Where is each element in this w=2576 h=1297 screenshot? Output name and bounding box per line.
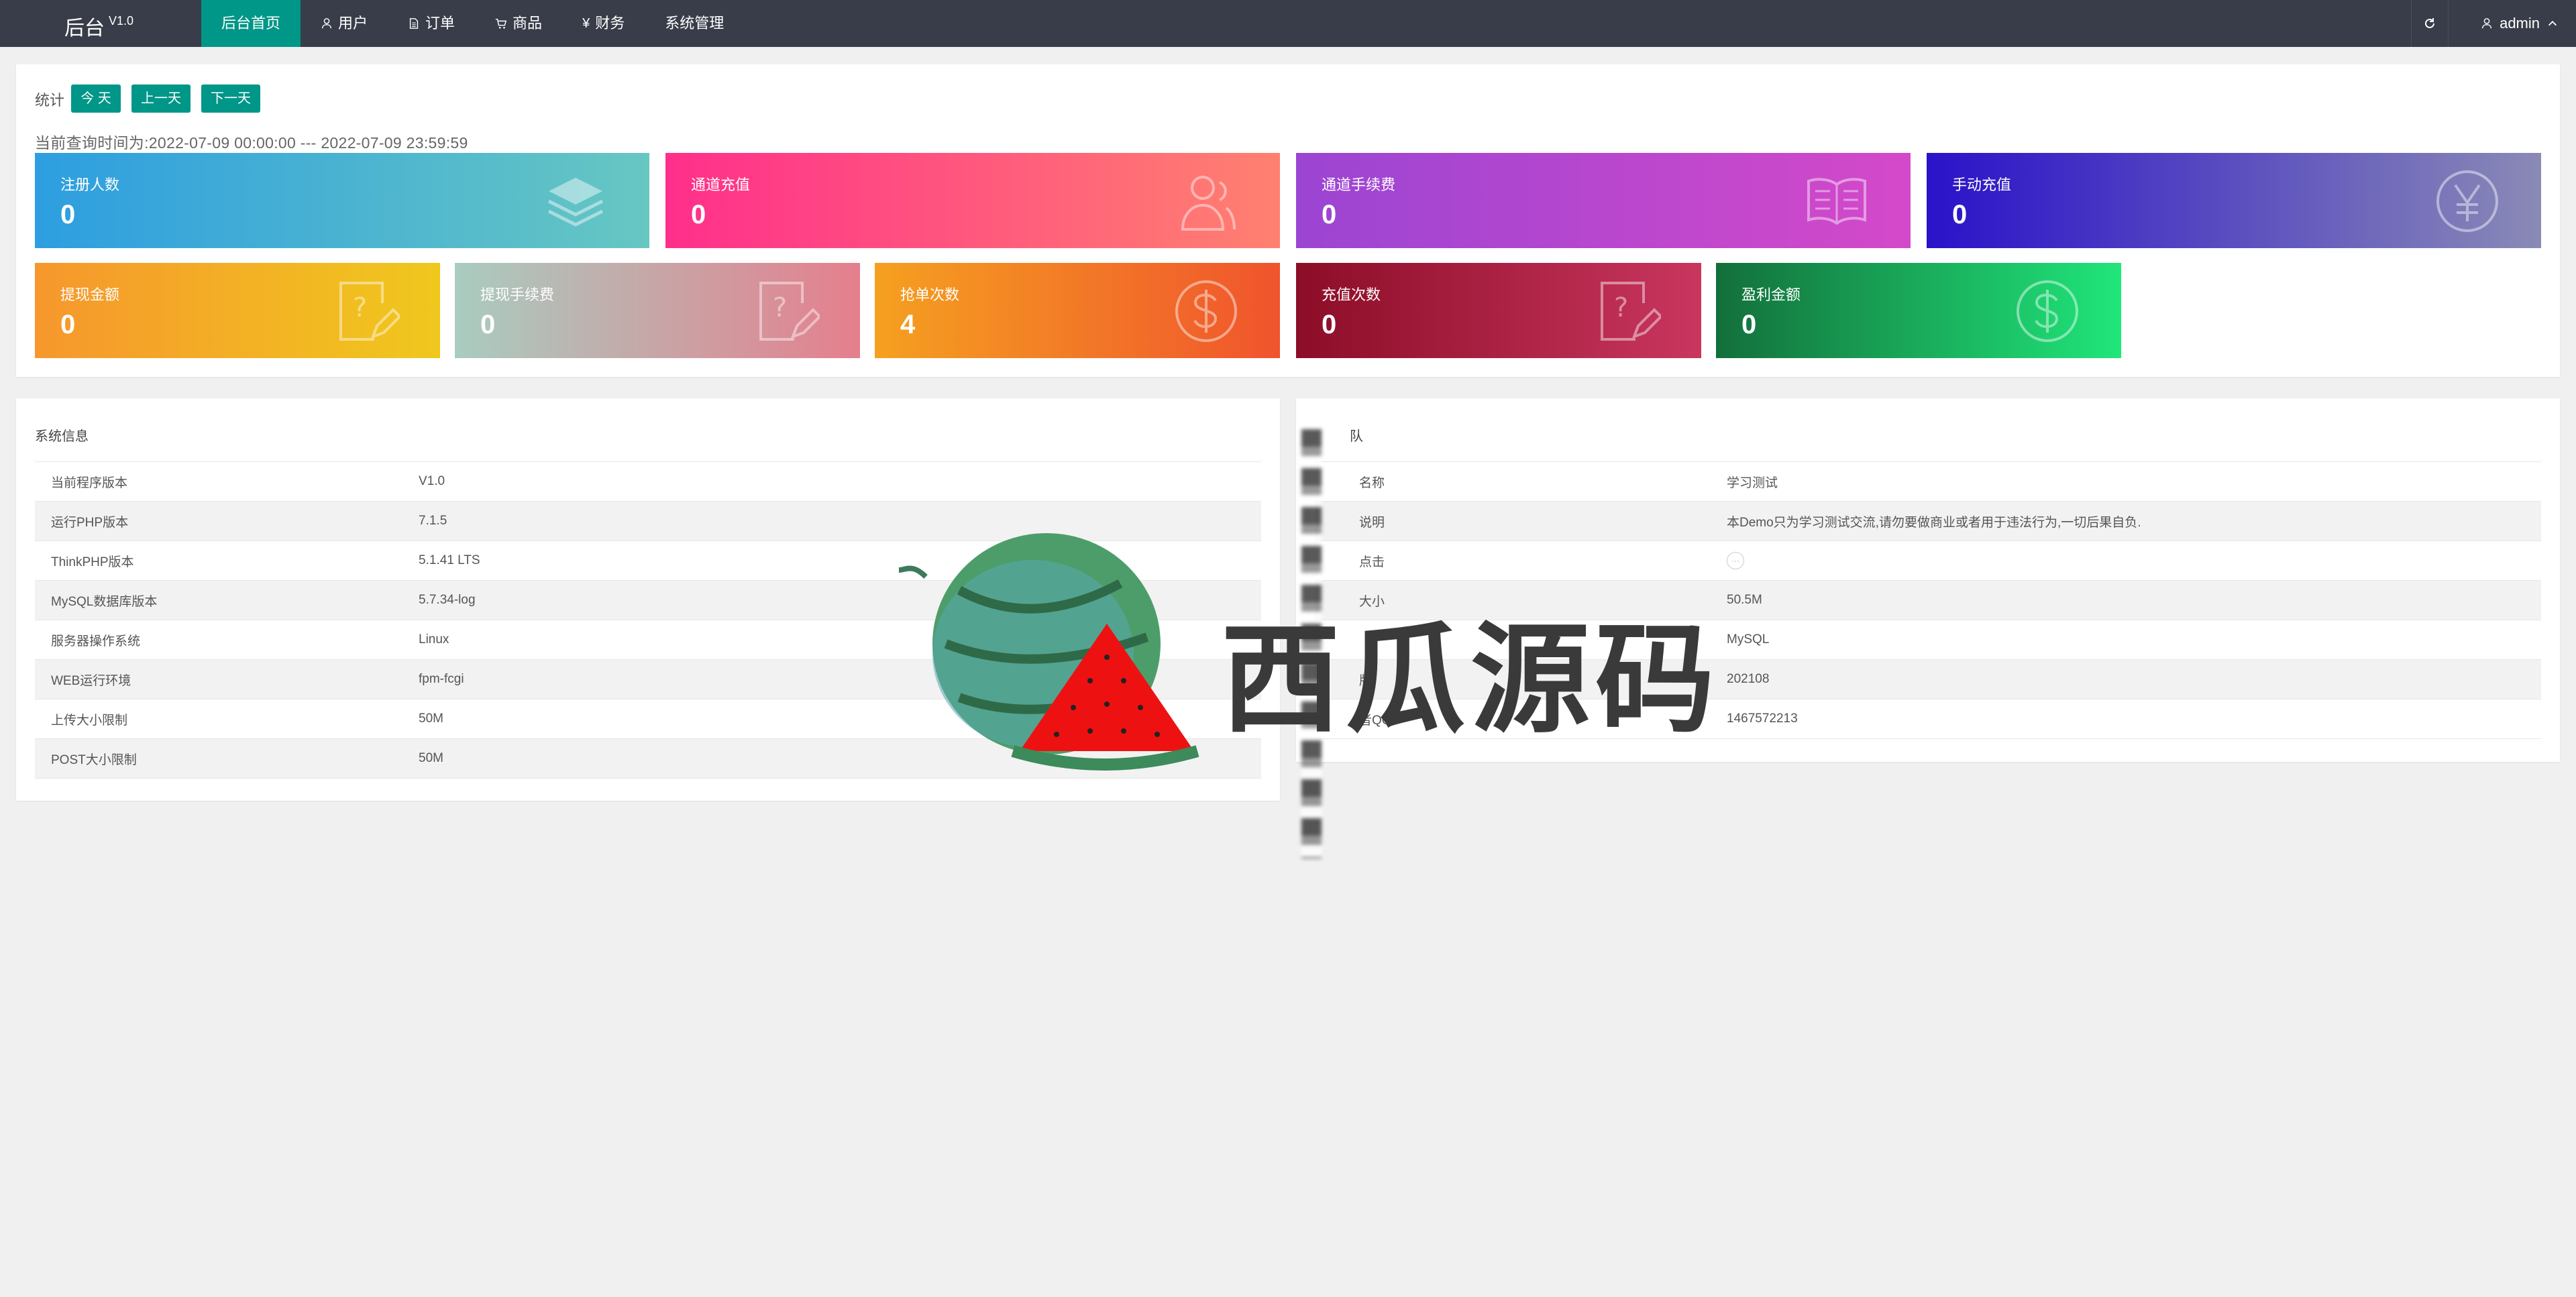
stat-tile-title: 通道手续费 xyxy=(1322,176,1396,193)
today-button[interactable]: 今 天 xyxy=(71,84,121,113)
stack-layers-icon xyxy=(547,178,604,227)
question-edit-icon: ? xyxy=(1601,282,1661,341)
yen-circle-icon xyxy=(2436,170,2498,232)
svg-text:?: ? xyxy=(353,292,367,323)
stat-tile-title: 充值次数 xyxy=(1322,286,1381,303)
table-cell-value: V1.0 xyxy=(402,461,1261,502)
table-cell-value: ··· xyxy=(1711,541,2541,581)
stat-tile-title: 提现金额 xyxy=(60,286,120,303)
stat-tile-title: 注册人数 xyxy=(60,176,120,193)
main-nav: 后台首页 用户 订单 商品 ¥ 财务 系统管理 xyxy=(201,0,744,47)
table-cell-key: WEB运行环境 xyxy=(35,659,402,699)
stat-tile-value: 0 xyxy=(1741,310,1757,339)
table-row: 名称 学习测试 xyxy=(1315,461,2541,502)
stat-tile-withdraw-amount: 提现金额 0 ? xyxy=(35,263,440,358)
table-cell-key: 当前程序版本 xyxy=(35,461,402,502)
dollar-circle-icon xyxy=(2017,280,2078,342)
stat-tile-value: 0 xyxy=(480,310,496,339)
system-info-title: 系统信息 xyxy=(35,429,89,444)
table-cell-value: 学习测试 xyxy=(1711,461,2541,502)
question-edit-icon: ? xyxy=(759,282,820,341)
stats-card: 统计 今 天 上一天 下一天 当前查询时间为:2022-07-09 00:00:… xyxy=(16,64,2560,377)
nav-item-label: 订单 xyxy=(425,15,455,32)
stat-tile-value: 0 xyxy=(60,310,76,339)
svg-text:?: ? xyxy=(1614,292,1628,323)
nav-item-label: 用户 xyxy=(338,15,368,32)
stat-tile-value: 0 xyxy=(691,200,706,229)
user-name: admin xyxy=(2500,15,2540,32)
stat-tile-value: 0 xyxy=(60,200,76,229)
app-title: 后台 xyxy=(64,17,105,40)
nav-item-system[interactable]: 系统管理 xyxy=(645,0,744,47)
stats-label: 统计 xyxy=(35,92,65,109)
table-cell-value: 本Demo只为学习测试交流,请勿要做商业或者用于违法行为,一切后果自负. xyxy=(1711,501,2541,541)
nav-item-products[interactable]: 商品 xyxy=(475,0,562,47)
refresh-button[interactable] xyxy=(2411,0,2449,47)
stat-tile-title: 手动充值 xyxy=(1952,176,2012,193)
stat-tile-value: 4 xyxy=(900,310,916,339)
stat-tile-registrations: 注册人数 0 xyxy=(35,153,649,248)
watermark-text: 西瓜源码 xyxy=(1221,613,1720,746)
query-range-text: 当前查询时间为:2022-07-09 00:00:00 --- 2022-07-… xyxy=(35,134,468,152)
top-nav-bar: 后台 V1.0 后台首页 用户 订单 商品 ¥ 财务 系统管理 admin xyxy=(0,0,2576,47)
dollar-circle-icon xyxy=(1175,280,1237,342)
cart-icon xyxy=(495,18,507,29)
table-cell-key: POST大小限制 xyxy=(35,738,402,779)
watermark-logo: 西瓜源码 xyxy=(899,510,1715,872)
stat-tile-value: 0 xyxy=(1322,200,1337,229)
svg-text:?: ? xyxy=(773,292,787,323)
stat-tile-withdraw-fee: 提现手续费 0 ? xyxy=(455,263,860,358)
table-row: 当前程序版本 V1.0 xyxy=(35,461,1261,502)
next-day-button[interactable]: 下一天 xyxy=(201,84,260,113)
table-cell-value: 50.5M xyxy=(1711,580,2541,620)
app-version: V1.0 xyxy=(109,14,134,27)
stat-tile-title: 提现手续费 xyxy=(480,286,555,303)
nav-item-finance[interactable]: ¥ 财务 xyxy=(562,0,645,47)
table-cell-key: 上传大小限制 xyxy=(35,699,402,739)
open-book-icon xyxy=(1807,178,1866,225)
stat-tile-value: 0 xyxy=(1952,200,1968,229)
question-edit-icon: ? xyxy=(339,282,400,341)
table-cell-value: MySQL xyxy=(1711,620,2541,660)
nav-item-label: 商品 xyxy=(513,15,543,32)
stat-tile-profit: 盈利金额 0 xyxy=(1716,263,2121,358)
nav-item-users[interactable]: 用户 xyxy=(301,0,388,47)
yen-icon: ¥ xyxy=(582,16,590,31)
stat-tile-grab-orders: 抢单次数 4 xyxy=(875,263,1280,358)
nav-item-label: 后台首页 xyxy=(221,15,281,32)
stat-tile-channel-fee: 通道手续费 0 xyxy=(1296,153,1911,248)
stat-tile-title: 通道充值 xyxy=(691,176,751,193)
team-info-title: 队 xyxy=(1350,429,1363,444)
table-cell-key: 运行PHP版本 xyxy=(35,501,402,541)
table-cell-value: 1467572213 xyxy=(1711,699,2541,739)
table-cell-key: ThinkPHP版本 xyxy=(35,541,402,581)
users-icon xyxy=(1181,176,1236,231)
stat-tile-manual-recharge: 手动充值 0 xyxy=(1927,153,2541,248)
stat-tile-title: 盈利金额 xyxy=(1741,286,1801,303)
nav-item-home[interactable]: 后台首页 xyxy=(201,0,301,47)
stat-tile-value: 0 xyxy=(1322,310,1337,339)
table-cell-key: MySQL数据库版本 xyxy=(35,580,402,620)
nav-item-label: 系统管理 xyxy=(665,15,724,32)
user-icon xyxy=(321,18,332,29)
stat-tile-recharge-count: 充值次数 0 ? xyxy=(1296,263,1701,358)
click-badge-icon[interactable]: ··· xyxy=(1727,552,1744,569)
table-cell-key: 名称 xyxy=(1315,461,1711,502)
stat-tile-title: 抢单次数 xyxy=(900,286,960,303)
nav-item-orders[interactable]: 订单 xyxy=(388,0,475,47)
chevron-up-icon xyxy=(2548,21,2557,26)
user-menu[interactable]: admin xyxy=(2481,0,2559,47)
user-icon xyxy=(2482,18,2492,29)
app-logo[interactable]: 后台 V1.0 xyxy=(64,0,133,47)
prev-day-button[interactable]: 上一天 xyxy=(131,84,191,113)
watermelon-icon xyxy=(899,533,1199,771)
nav-item-label: 财务 xyxy=(595,15,625,32)
table-cell-key: 服务器操作系统 xyxy=(35,620,402,660)
table-cell-value: 202108 xyxy=(1711,659,2541,699)
stat-tile-channel-recharge: 通道充值 0 xyxy=(665,153,1280,248)
document-icon xyxy=(409,18,419,29)
refresh-icon xyxy=(2425,18,2434,28)
